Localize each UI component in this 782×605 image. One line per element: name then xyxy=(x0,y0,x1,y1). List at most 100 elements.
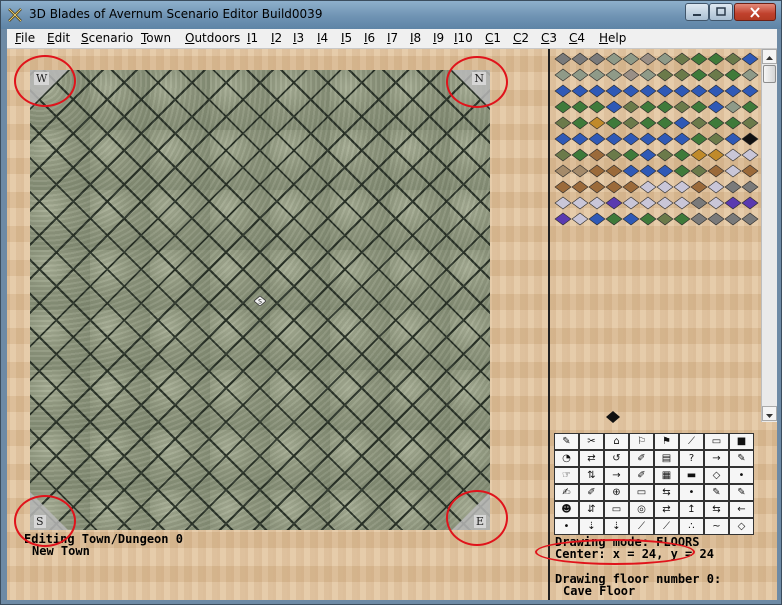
menu-i5[interactable]: I5 xyxy=(341,31,352,45)
tile-swatch[interactable] xyxy=(741,84,759,98)
tile-swatch[interactable] xyxy=(741,100,759,114)
tile-swatch[interactable] xyxy=(656,180,674,194)
tile-swatch[interactable] xyxy=(741,196,759,210)
tool-button[interactable]: ◇ xyxy=(704,467,729,484)
minimize-button[interactable] xyxy=(685,3,709,21)
tile-swatch[interactable] xyxy=(605,68,623,82)
tool-button[interactable]: ◇ xyxy=(729,518,754,535)
tile-swatch[interactable] xyxy=(656,68,674,82)
tile-swatch[interactable] xyxy=(571,100,589,114)
tool-button[interactable]: ⊕ xyxy=(604,484,629,501)
tile-swatch[interactable] xyxy=(639,164,657,178)
tile-swatch[interactable] xyxy=(690,196,708,210)
tile-swatch[interactable] xyxy=(622,180,640,194)
tool-button[interactable]: ◔ xyxy=(554,450,579,467)
menu-i4[interactable]: I4 xyxy=(317,31,328,45)
tile-swatch[interactable] xyxy=(690,132,708,146)
menu-c1[interactable]: C1 xyxy=(485,31,501,45)
scroll-up-button[interactable] xyxy=(762,49,777,64)
tile-swatch[interactable] xyxy=(588,84,606,98)
tile-swatch[interactable] xyxy=(554,164,572,178)
tool-button[interactable]: ⟋ xyxy=(629,518,654,535)
tile-swatch[interactable] xyxy=(588,180,606,194)
title-bar[interactable]: 3D Blades of Avernum Scenario Editor Bui… xyxy=(1,1,781,29)
tile-swatch[interactable] xyxy=(741,212,759,226)
tile-swatch[interactable] xyxy=(656,100,674,114)
tile-swatch[interactable] xyxy=(605,100,623,114)
tile-swatch[interactable] xyxy=(690,68,708,82)
tile-swatch[interactable] xyxy=(605,84,623,98)
tile-swatch[interactable] xyxy=(588,212,606,226)
tile-swatch[interactable] xyxy=(605,196,623,210)
tile-swatch[interactable] xyxy=(639,100,657,114)
tile-swatch[interactable] xyxy=(741,164,759,178)
menu-town[interactable]: Town xyxy=(141,31,171,45)
tile-swatch[interactable] xyxy=(588,196,606,210)
tile-swatch[interactable] xyxy=(554,196,572,210)
tile-swatch[interactable] xyxy=(707,132,725,146)
tile-swatch[interactable] xyxy=(571,212,589,226)
tile-swatch[interactable] xyxy=(588,148,606,162)
tile-swatch[interactable] xyxy=(571,180,589,194)
tool-button[interactable]: ⇵ xyxy=(579,501,604,518)
tool-button[interactable]: ✂ xyxy=(579,433,604,450)
tile-swatch[interactable] xyxy=(656,52,674,66)
tile-swatch[interactable] xyxy=(707,116,725,130)
tool-button[interactable]: ✐ xyxy=(629,467,654,484)
tile-swatch[interactable] xyxy=(656,164,674,178)
tool-button[interactable]: ← xyxy=(729,501,754,518)
tile-swatch[interactable] xyxy=(724,148,742,162)
tile-swatch[interactable] xyxy=(707,100,725,114)
tile-swatch[interactable] xyxy=(639,84,657,98)
tile-swatch[interactable] xyxy=(639,180,657,194)
tool-button[interactable]: ✎ xyxy=(554,433,579,450)
tile-swatch[interactable] xyxy=(605,52,623,66)
tool-button[interactable]: • xyxy=(729,467,754,484)
tile-swatch[interactable] xyxy=(707,84,725,98)
tool-button[interactable]: ? xyxy=(679,450,704,467)
menu-c2[interactable]: C2 xyxy=(513,31,529,45)
tile-swatch[interactable] xyxy=(741,180,759,194)
tile-swatch[interactable] xyxy=(554,84,572,98)
tile-swatch[interactable] xyxy=(571,116,589,130)
tool-button[interactable]: ☻ xyxy=(554,501,579,518)
tool-button[interactable]: ⟋ xyxy=(679,433,704,450)
tile-swatch[interactable] xyxy=(639,196,657,210)
tool-button[interactable]: ⚑ xyxy=(654,433,679,450)
tile-swatch[interactable] xyxy=(554,116,572,130)
tool-button[interactable]: • xyxy=(554,518,579,535)
tile-swatch[interactable] xyxy=(656,196,674,210)
tile-swatch[interactable] xyxy=(622,68,640,82)
tile-swatch[interactable] xyxy=(707,148,725,162)
tool-button[interactable]: ▤ xyxy=(654,450,679,467)
tool-button[interactable]: ✎ xyxy=(704,484,729,501)
tile-swatch[interactable] xyxy=(622,148,640,162)
tile-swatch[interactable] xyxy=(622,132,640,146)
tile-swatch[interactable] xyxy=(673,116,691,130)
tile-swatch[interactable] xyxy=(622,100,640,114)
menu-i3[interactable]: I3 xyxy=(293,31,304,45)
tool-button[interactable]: ~ xyxy=(704,518,729,535)
tile-swatch[interactable] xyxy=(673,164,691,178)
tile-swatch[interactable] xyxy=(639,148,657,162)
tile-swatch[interactable] xyxy=(707,180,725,194)
tile-swatch[interactable] xyxy=(690,100,708,114)
tile-swatch[interactable] xyxy=(622,164,640,178)
tile-swatch[interactable] xyxy=(622,116,640,130)
tile-swatch[interactable] xyxy=(690,52,708,66)
tile-swatch[interactable] xyxy=(673,84,691,98)
tile-swatch[interactable] xyxy=(724,100,742,114)
tile-swatch[interactable] xyxy=(554,148,572,162)
tile-swatch[interactable] xyxy=(741,116,759,130)
tile-swatch[interactable] xyxy=(622,196,640,210)
tile-swatch[interactable] xyxy=(554,132,572,146)
tile-swatch[interactable] xyxy=(673,68,691,82)
tile-swatch[interactable] xyxy=(605,164,623,178)
tool-button[interactable]: ⚐ xyxy=(629,433,654,450)
tool-button[interactable]: ✐ xyxy=(629,450,654,467)
tool-button[interactable]: ☞ xyxy=(554,467,579,484)
maximize-button[interactable] xyxy=(709,3,733,21)
tile-swatch[interactable] xyxy=(707,196,725,210)
menu-edit[interactable]: Edit xyxy=(47,31,70,45)
tile-swatch[interactable] xyxy=(622,212,640,226)
